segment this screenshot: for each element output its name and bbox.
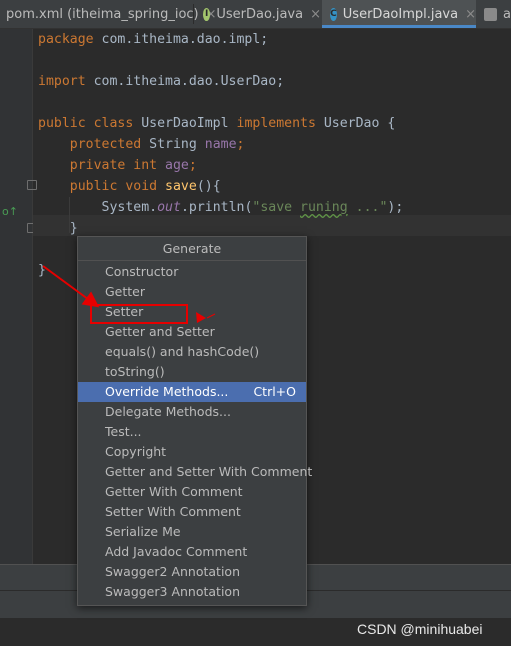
annotation-arrows (42, 265, 216, 323)
arrow-head-mark (196, 312, 206, 323)
arrow-stroke-mark (206, 313, 216, 319)
arrow-pointer (42, 265, 100, 308)
